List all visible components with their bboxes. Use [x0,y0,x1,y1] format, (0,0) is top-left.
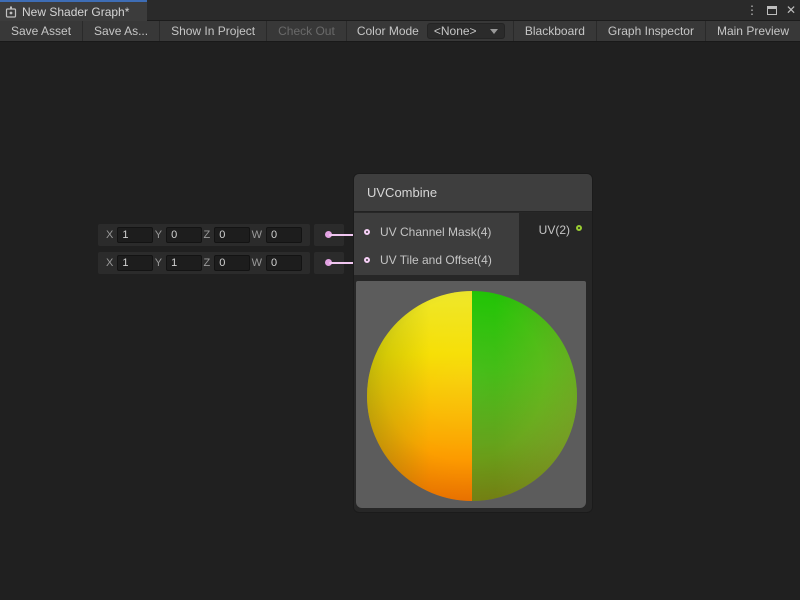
node-input-ports: UV Channel Mask(4) UV Tile and Offset(4) [354,213,519,275]
component-label-z[interactable]: Z [203,229,210,241]
node-preview [356,281,586,508]
vector-component: W 0 [252,255,302,271]
vector-component: Z 0 [203,255,250,271]
tab-bar: New Shader Graph* ⋮ ✕ [0,0,800,21]
preview-sphere [367,291,577,501]
input-port-row: UV Tile and Offset(4) [354,246,519,274]
component-field-w[interactable]: 0 [266,227,302,243]
input-port-label: UV Channel Mask(4) [380,225,491,239]
input-port-row: UV Channel Mask(4) [354,218,519,246]
kebab-menu-icon[interactable]: ⋮ [746,0,758,21]
blackboard-toggle-button[interactable]: Blackboard [513,21,596,41]
component-field-x[interactable]: 1 [117,227,153,243]
component-label-x[interactable]: X [106,257,113,269]
tab-title: New Shader Graph* [22,5,129,19]
output-port-icon[interactable] [576,225,582,231]
component-label-w[interactable]: W [252,257,262,269]
vector-component: Y 1 [155,255,202,271]
node-uvcombine[interactable]: UVCombine UV Channel Mask(4) UV Tile and… [354,174,592,512]
vector-component: W 0 [252,227,302,243]
component-label-y[interactable]: Y [155,229,162,241]
component-field-z[interactable]: 0 [214,227,250,243]
tab-new-shader-graph[interactable]: New Shader Graph* [0,0,147,21]
component-field-y[interactable]: 1 [166,255,202,271]
close-icon[interactable]: ✕ [786,0,796,21]
component-label-z[interactable]: Z [203,257,210,269]
chevron-down-icon [490,29,498,34]
component-field-z[interactable]: 0 [214,255,250,271]
vector-component: Y 0 [155,227,202,243]
node-output-ports: UV(2) [519,213,592,280]
node-title-bar[interactable]: UVCombine [354,174,592,212]
maximize-icon[interactable] [767,6,777,15]
vector-component: X 1 [106,255,153,271]
shader-graph-window: New Shader Graph* ⋮ ✕ Save Asset Save As… [0,0,800,600]
save-asset-button[interactable]: Save Asset [0,21,83,41]
component-field-x[interactable]: 1 [117,255,153,271]
color-mode-label: Color Mode [347,21,427,41]
graph-toolbar: Save Asset Save As... Show In Project Ch… [0,21,800,42]
node-title: UVCombine [367,185,437,200]
check-out-button[interactable]: Check Out [267,21,347,41]
window-controls: ⋮ ✕ [746,0,796,21]
component-field-y[interactable]: 0 [166,227,202,243]
color-mode-dropdown[interactable]: <None> [427,23,505,39]
main-preview-toggle-button[interactable]: Main Preview [705,21,800,41]
save-as-button[interactable]: Save As... [83,21,160,41]
input-port-icon[interactable] [364,257,370,263]
vector-component: Z 0 [203,227,250,243]
input-port-label: UV Tile and Offset(4) [380,253,492,267]
vector-component: X 1 [106,227,153,243]
node-body: UV Channel Mask(4) UV Tile and Offset(4)… [354,212,592,281]
component-label-x[interactable]: X [106,229,113,241]
sphere-right-uv-gradient [472,291,577,501]
component-field-w[interactable]: 0 [266,255,302,271]
color-mode-value: <None> [434,24,477,38]
component-label-y[interactable]: Y [155,257,162,269]
sphere-left-uv-gradient [367,291,472,501]
vector4-input-row-2: X 1 Y 1 Z 0 W 0 [98,252,310,274]
graph-canvas[interactable]: X 1 Y 0 Z 0 W 0 X 1 Y 1 [0,43,800,600]
graph-inspector-toggle-button[interactable]: Graph Inspector [596,21,705,41]
output-port-label: UV(2) [539,225,570,235]
vector4-input-row-1: X 1 Y 0 Z 0 W 0 [98,224,310,246]
component-label-w[interactable]: W [252,229,262,241]
shader-graph-asset-icon [5,6,17,18]
show-in-project-button[interactable]: Show In Project [160,21,267,41]
input-port-icon[interactable] [364,229,370,235]
